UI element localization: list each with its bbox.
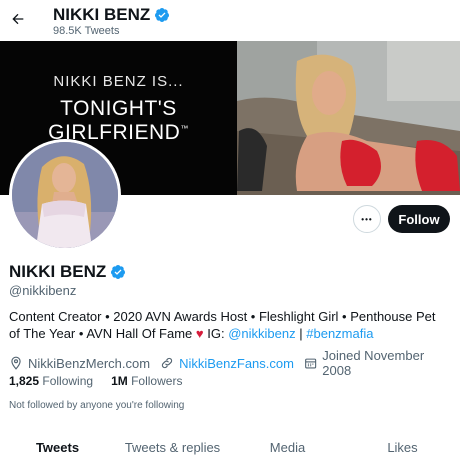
avatar-image <box>12 142 118 248</box>
profile-handle: @nikkibenz <box>9 283 77 298</box>
heart-icon: ♥ <box>195 326 204 341</box>
followers-count: 1M <box>111 374 128 388</box>
page-title: NIKKI BENZ <box>53 5 170 25</box>
header-name: NIKKI BENZ <box>53 5 151 24</box>
tab-media[interactable]: Media <box>230 432 345 460</box>
profile-tabs: Tweets Tweets & replies Media Likes <box>0 432 460 460</box>
profile-location: NikkiBenzMerch.com <box>9 356 150 371</box>
tweet-count: 98.5K Tweets <box>53 25 120 37</box>
avatar[interactable] <box>9 139 121 251</box>
location-pin-icon <box>11 356 21 370</box>
profile-name: NIKKI BENZ <box>9 262 126 282</box>
back-button[interactable] <box>8 8 28 30</box>
profile-bio: Content Creator • 2020 AVN Awards Host •… <box>9 308 449 342</box>
banner-photo-illustration <box>237 41 460 195</box>
bio-ig-label: IG: <box>207 326 225 341</box>
top-bar: NIKKI BENZ 98.5K Tweets <box>0 0 460 41</box>
calendar-icon <box>305 358 317 369</box>
more-options-button[interactable]: ••• <box>353 205 381 233</box>
profile-name-text: NIKKI BENZ <box>9 262 107 281</box>
banner-line-2: TONIGHT'S GIRLFRIEND™ <box>48 97 189 144</box>
follow-stats: 1,825 Following 1M Followers <box>9 374 182 388</box>
followers-label: Followers <box>131 374 183 388</box>
banner-photo <box>237 41 460 195</box>
more-icon: ••• <box>361 214 373 224</box>
tab-tweets[interactable]: Tweets <box>0 432 115 460</box>
bio-hashtag-link[interactable]: #benzmafia <box>306 326 373 341</box>
profile-website[interactable]: NikkiBenzFans.com <box>160 356 294 371</box>
verified-badge-icon <box>111 265 126 279</box>
avatar-illustration <box>12 142 118 248</box>
following-stat[interactable]: 1,825 Following <box>9 374 93 388</box>
followed-by-note: Not followed by anyone you're following <box>9 400 185 411</box>
follow-button[interactable]: Follow <box>388 205 450 233</box>
tab-tweets-replies[interactable]: Tweets & replies <box>115 432 230 460</box>
bio-separator: | <box>299 326 303 341</box>
verified-badge-icon <box>155 8 170 22</box>
followers-stat[interactable]: 1M Followers <box>111 374 182 388</box>
tab-likes[interactable]: Likes <box>345 432 460 460</box>
link-icon <box>161 357 173 369</box>
joined-text: Joined November 2008 <box>322 348 425 378</box>
banner-line-1: NIKKI BENZ IS... <box>53 73 184 90</box>
following-count: 1,825 <box>9 374 40 388</box>
location-text: NikkiBenzMerch.com <box>28 355 151 371</box>
following-label: Following <box>42 374 94 388</box>
profile-joined: Joined November 2008 <box>304 348 450 378</box>
arrow-left-icon <box>12 13 24 25</box>
website-link[interactable]: NikkiBenzFans.com <box>179 356 294 371</box>
bio-ig-link[interactable]: @nikkibenz <box>228 326 295 341</box>
